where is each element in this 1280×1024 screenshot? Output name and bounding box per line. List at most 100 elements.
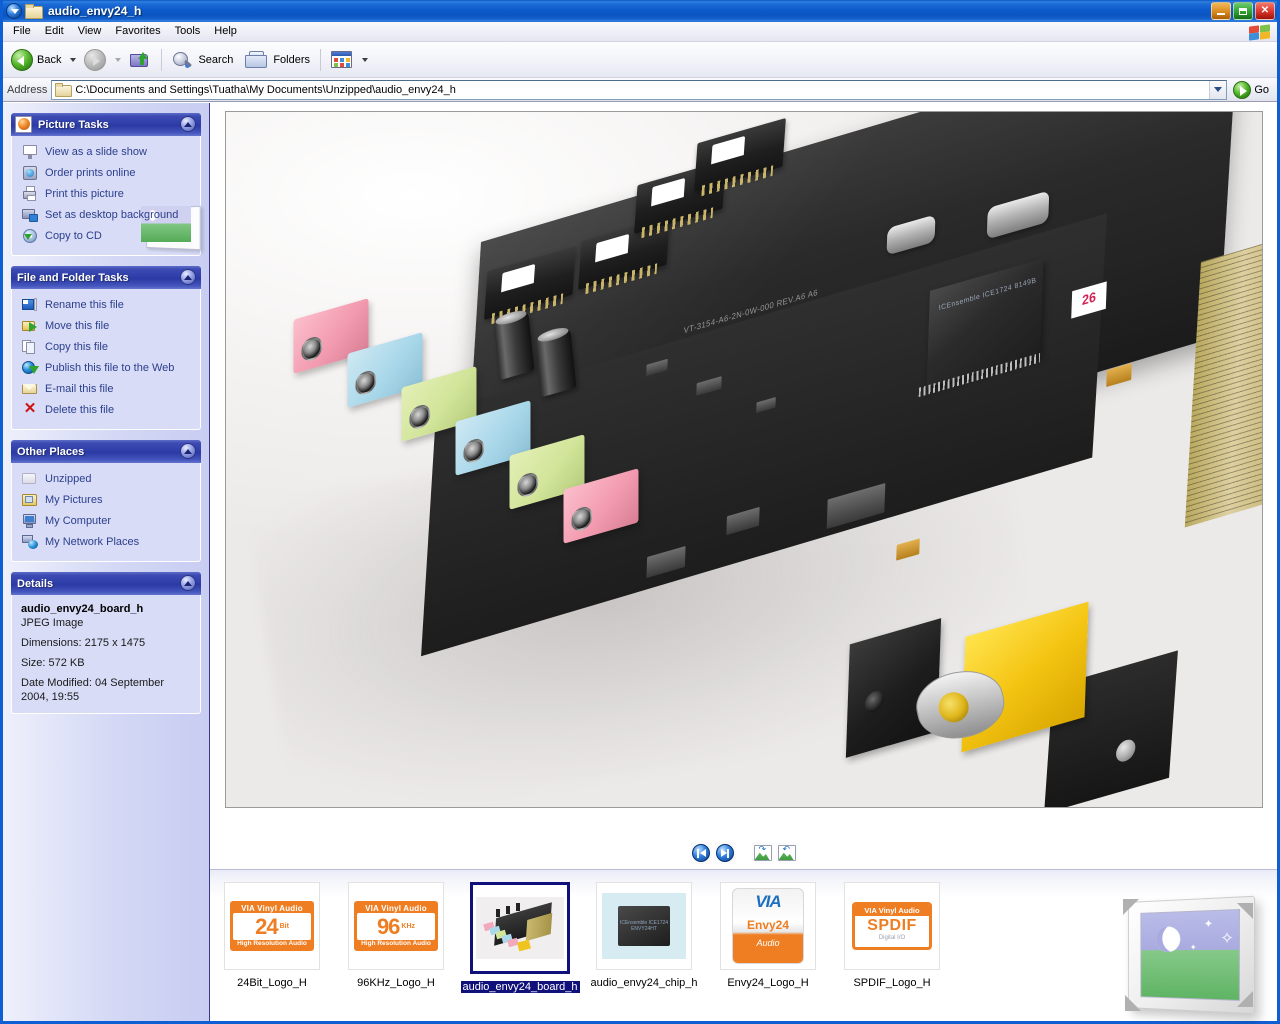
task-view-slideshow[interactable]: View as a slide show [20,142,194,163]
logo-bottom-text: High Resolution Audio [361,940,431,947]
envy24-logo: VIA Envy24 Audio [732,888,804,964]
logo-top-text: VIA Vinyl Audio [855,905,929,916]
task-rename-file[interactable]: Rename this file [20,295,194,316]
search-label: Search [198,53,234,66]
place-my-pictures[interactable]: My Pictures [20,490,194,511]
rotate-counterclockwise-button[interactable]: ↶ [775,842,798,864]
menu-view[interactable]: View [71,23,109,41]
restore-button[interactable] [1233,2,1253,20]
panel-other-places-header[interactable]: Other Places [11,440,201,463]
details-file-type: JPEG Image [21,617,84,629]
rename-icon [22,297,38,313]
task-copy-file[interactable]: Copy this file [20,337,194,358]
thumbnail-audio-envy24-chip[interactable]: ICEnsemble ICE1724 ENVY24HT audio_envy24… [590,882,698,989]
details-size: Size: 572 KB [21,657,85,669]
title-bar: audio_envy24_h ✕ [3,0,1277,22]
views-icon [331,50,353,69]
thumbnail-24bit-logo[interactable]: VIA Vinyl Audio 24 Bit High Resolution A… [224,882,320,989]
task-label: Publish this file to the Web [45,362,175,374]
panel-title: Other Places [17,445,85,458]
search-button[interactable]: Search [166,45,239,75]
place-my-computer[interactable]: My Computer [20,511,194,532]
next-image-button[interactable] [713,842,736,864]
address-input[interactable]: C:\Documents and Settings\Tuatha\My Docu… [51,79,1228,100]
collapse-chevron-icon[interactable] [180,575,196,591]
task-label: Set as desktop background [45,209,179,221]
menu-edit[interactable]: Edit [38,23,71,41]
logo-name-text: Envy24 [746,918,790,932]
toolbar: Back Search Folders [3,42,1277,78]
details-dimensions: Dimensions: 2175 x 1475 [21,637,146,649]
next-image-icon [715,844,734,862]
forward-dropdown-arrow[interactable] [112,45,123,75]
thumbnail-label: 24Bit_Logo_H [237,977,307,989]
publish-web-icon [22,360,39,376]
close-button[interactable]: ✕ [1255,2,1275,20]
task-order-prints[interactable]: Order prints online [20,163,194,184]
panel-file-folder-tasks-header[interactable]: File and Folder Tasks [11,266,201,289]
thumbnail-spdif-logo[interactable]: VIA Vinyl Audio SPDIF Digital I/O SPDIF_… [844,882,940,989]
logo-bottom-text: High Resolution Audio [237,940,307,947]
logo-big-text: 24 [255,913,279,939]
rotate-clockwise-button[interactable]: ↷ [751,842,774,864]
menu-help[interactable]: Help [207,23,244,41]
menu-file[interactable]: File [6,23,38,41]
image-preview[interactable]: 26 ICEnsemble ICE1724 8149B VT-3154-A6-2… [224,111,1263,808]
task-email-file[interactable]: E-mail this file [20,379,194,400]
task-label: View as a slide show [45,146,147,158]
panel-title: Details [17,577,54,590]
views-button[interactable] [325,45,359,75]
task-delete-file[interactable]: ✕ Delete this file [20,400,194,421]
address-label: Address [7,83,48,96]
collapse-chevron-icon[interactable] [180,443,196,459]
panel-title: File and Folder Tasks [17,271,129,284]
task-publish-to-web[interactable]: Publish this file to the Web [20,358,194,379]
folder-icon [22,471,38,487]
address-dropdown-arrow[interactable] [1209,80,1227,99]
preview-area: 26 ICEnsemble ICE1724 8149B VT-3154-A6-2… [210,103,1277,837]
logo-top-text: VIA Vinyl Audio [365,904,427,913]
collapse-chevron-icon[interactable] [180,269,196,285]
toolbar-separator-2 [320,48,322,71]
task-print-picture[interactable]: Print this picture [20,184,194,205]
address-bar: Address C:\Documents and Settings\Tuatha… [3,78,1277,102]
previous-image-button[interactable] [689,842,712,864]
slideshow-icon [22,144,38,160]
thumbnail-envy24-logo[interactable]: VIA Envy24 Audio Envy24_Logo_H [720,882,816,989]
task-label: Delete this file [45,404,115,416]
task-set-desktop-background[interactable]: Set as desktop background [20,205,194,226]
thumbnail-audio-envy24-board[interactable]: audio_envy24_board_h [460,882,580,993]
my-computer-icon [22,513,38,529]
back-label: Back [37,53,62,66]
task-move-file[interactable]: Move this file [20,316,194,337]
up-button[interactable] [123,45,157,75]
views-dropdown-arrow[interactable] [359,45,370,75]
panel-details-header[interactable]: Details [11,572,201,595]
folders-button[interactable]: Folders [239,45,316,75]
minimize-button[interactable] [1211,2,1231,20]
go-button[interactable]: Go [1231,80,1274,99]
panel-picture-tasks-header[interactable]: Picture Tasks [11,113,201,136]
menu-tools[interactable]: Tools [168,23,208,41]
task-label: Copy to CD [45,230,102,242]
task-label: Order prints online [45,167,136,179]
email-icon [22,381,38,397]
thumbnail-96khz-logo[interactable]: VIA Vinyl Audio 96 KHz High Resolution A… [348,882,444,989]
back-dropdown-arrow[interactable] [67,45,78,75]
place-unzipped[interactable]: Unzipped [20,469,194,490]
panel-file-folder-tasks-body: Rename this file Move this file Copy thi… [11,289,201,430]
place-my-network-places[interactable]: My Network Places [20,532,194,553]
menu-favorites[interactable]: Favorites [108,23,167,41]
thumbnail-image: ICEnsemble ICE1724 ENVY24HT [596,882,692,970]
panel-other-places: Other Places Unzipped My Pictures My Com… [11,440,201,562]
back-button[interactable]: Back [5,45,67,75]
folders-label: Folders [273,53,311,66]
system-menu-icon[interactable] [6,3,22,19]
task-copy-to-cd[interactable]: Copy to CD [20,226,194,247]
collapse-chevron-icon[interactable] [180,116,196,132]
picture-tasks-icon [14,115,34,134]
go-label: Go [1254,83,1269,96]
forward-button[interactable] [78,45,112,75]
thumbnail-image: VIA Vinyl Audio SPDIF Digital I/O [844,882,940,970]
moon-icon [1155,926,1181,953]
